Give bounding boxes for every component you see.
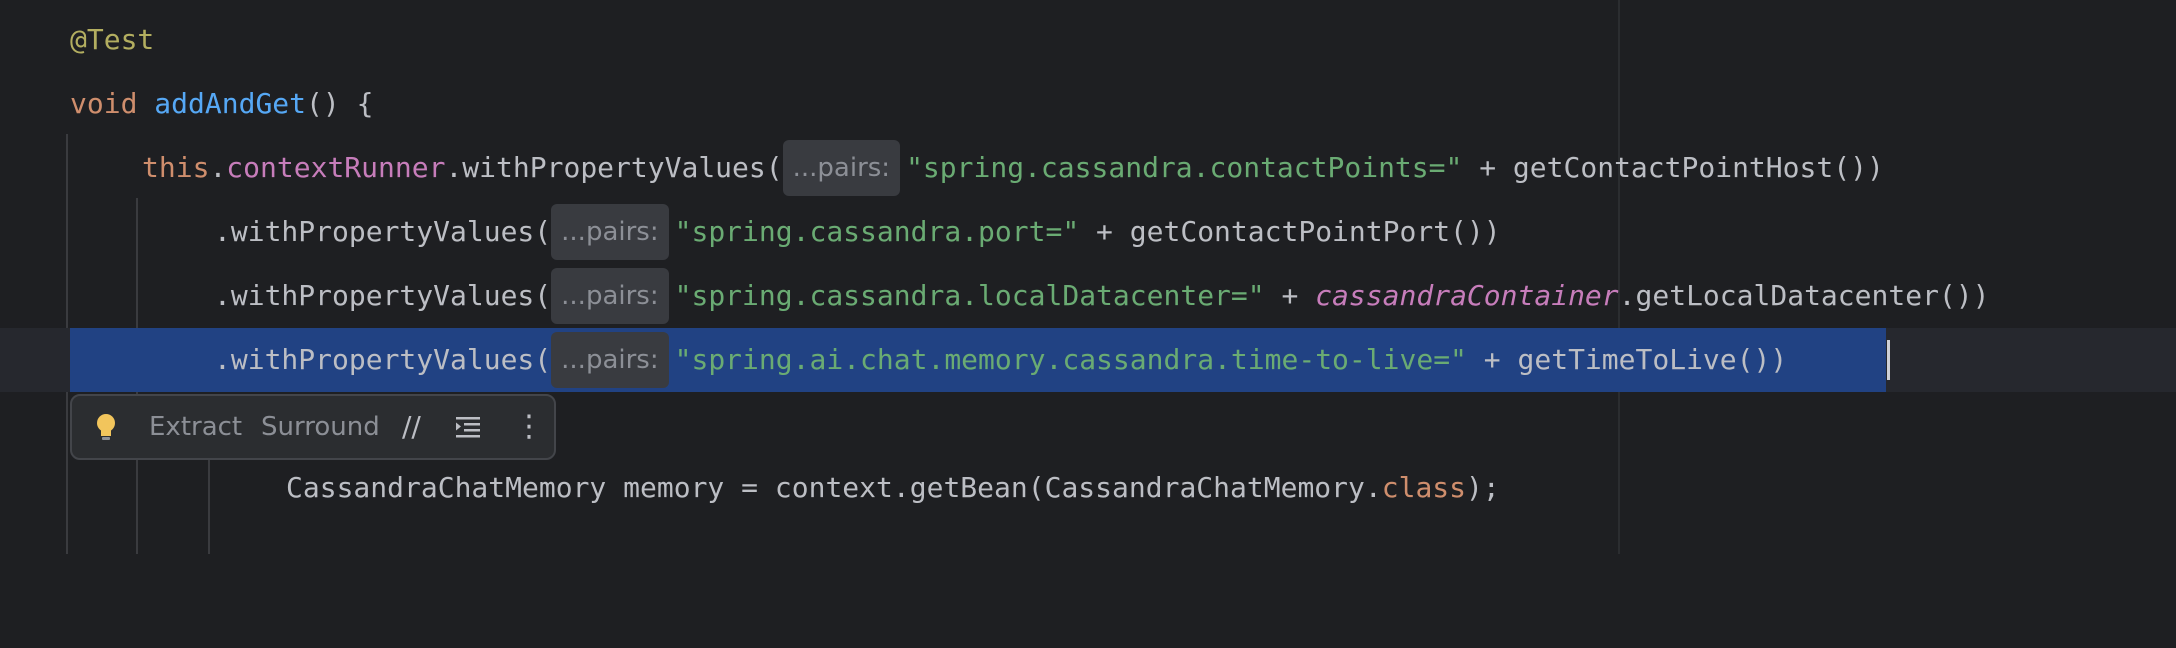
code-text: + bbox=[1264, 279, 1316, 312]
keyword: this bbox=[142, 151, 210, 184]
comment-icon[interactable]: // bbox=[402, 396, 421, 458]
code-text: .withPropertyValues( bbox=[214, 215, 552, 248]
keyword: void bbox=[70, 87, 138, 120]
code-statement: CassandraChatMemory memory = context.get… bbox=[286, 456, 1500, 520]
reformat-icon[interactable] bbox=[454, 396, 482, 458]
code-statement: .withPropertyValues(...pairs: "spring.cas… bbox=[214, 264, 1990, 328]
extract-button[interactable]: Extract bbox=[149, 396, 242, 458]
code-statement: this.contextRunner.withPropertyValues(..… bbox=[142, 136, 1884, 200]
code-text: .getLocalDatacenter()) bbox=[1618, 279, 1990, 312]
code-text: .withPropertyValues( bbox=[445, 151, 783, 184]
parameter-hint: ...pairs: bbox=[782, 140, 901, 196]
code-statement: .withPropertyValues(...pairs: "spring.ai.… bbox=[214, 328, 1787, 392]
string-literal: "spring.ai.chat.memory.cassandra.time-to… bbox=[674, 343, 1467, 376]
more-options-icon[interactable]: ⋮ bbox=[514, 396, 544, 458]
keyword: class bbox=[1381, 471, 1467, 504]
code-line[interactable]: @Test bbox=[0, 8, 2176, 72]
surround-button[interactable]: Surround bbox=[261, 396, 380, 458]
code-text: + getContactPointHost()) bbox=[1462, 151, 1884, 184]
code-line-selected[interactable]: .withPropertyValues(...pairs: "spring.ai.… bbox=[0, 328, 2176, 392]
text-caret bbox=[1887, 340, 1890, 380]
code-line[interactable]: CassandraChatMemory memory = context.get… bbox=[0, 456, 2176, 520]
code-text: .withPropertyValues( bbox=[214, 279, 552, 312]
parameter-hint: ...pairs: bbox=[551, 332, 669, 388]
parameter-hint: ...pairs: bbox=[551, 268, 669, 324]
string-literal: "spring.cassandra.port=" bbox=[674, 215, 1080, 248]
lightbulb-icon[interactable] bbox=[94, 396, 118, 458]
code-text: () { bbox=[306, 87, 374, 120]
code-line[interactable]: .withPropertyValues(...pairs: "spring.cas… bbox=[0, 200, 2176, 264]
field-name: contextRunner bbox=[226, 151, 446, 184]
floating-code-toolbar: Extract Surround // ⋮ bbox=[70, 394, 556, 460]
code-editor[interactable]: @Test void addAndGet() { this.contextRun… bbox=[0, 0, 2176, 554]
code-line[interactable]: .withPropertyValues(...pairs: "spring.cas… bbox=[0, 264, 2176, 328]
method-name: addAndGet bbox=[154, 87, 307, 120]
parameter-hint: ...pairs: bbox=[551, 204, 669, 260]
annotation: @Test bbox=[70, 23, 155, 56]
code-line[interactable]: void addAndGet() { bbox=[0, 72, 2176, 136]
code-statement: .withPropertyValues(...pairs: "spring.cas… bbox=[214, 200, 1501, 264]
code-line[interactable]: this.contextRunner.withPropertyValues(..… bbox=[0, 136, 2176, 200]
string-literal: "spring.cassandra.localDatacenter=" bbox=[674, 279, 1265, 312]
method-declaration: void addAndGet() { bbox=[70, 72, 373, 136]
code-text: . bbox=[209, 151, 227, 184]
code-text: + getTimeToLive()) bbox=[1466, 343, 1788, 376]
code-text: CassandraChatMemory memory = context.get… bbox=[286, 471, 1382, 504]
code-text: ); bbox=[1466, 471, 1500, 504]
field-name: cassandraContainer bbox=[1315, 279, 1619, 312]
code-text: + getContactPointPort()) bbox=[1079, 215, 1501, 248]
code-text: .withPropertyValues( bbox=[214, 343, 552, 376]
string-literal: "spring.cassandra.contactPoints=" bbox=[906, 151, 1463, 184]
